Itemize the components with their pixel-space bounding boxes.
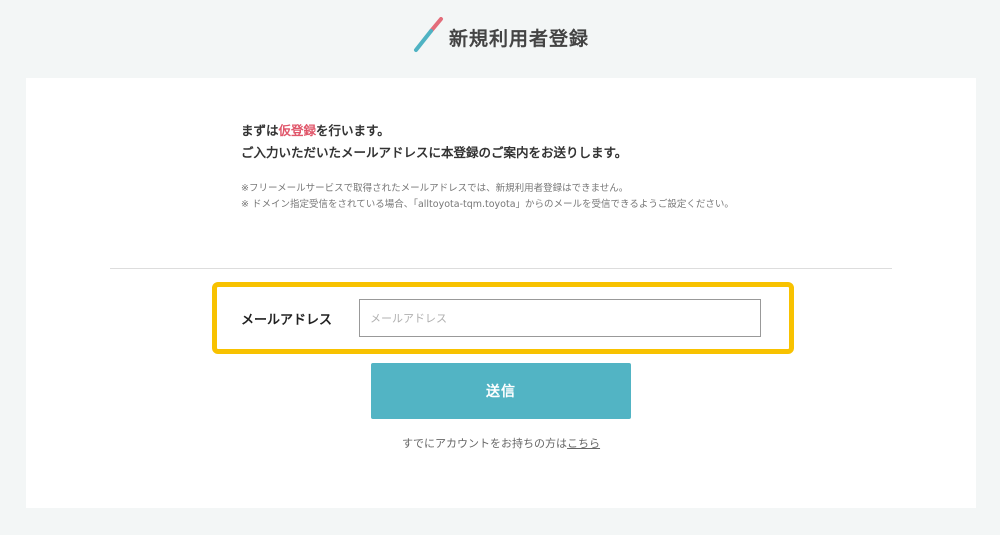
intro-line-1-accent: 仮登録 bbox=[278, 123, 317, 138]
registration-card: まずは仮登録を行います。 ご入力いただいたメールアドレスに本登録のご案内をお送り… bbox=[26, 78, 976, 508]
page-title: 新規利用者登録 bbox=[448, 27, 589, 50]
page-header: 新規利用者登録 bbox=[0, 12, 1000, 62]
email-field[interactable] bbox=[359, 299, 761, 337]
note-freemail: ※フリーメールサービスで取得されたメールアドレスでは、新規利用者登録はできません… bbox=[241, 183, 629, 194]
submit-button[interactable]: 送信 bbox=[371, 363, 631, 419]
intro-text: まずは仮登録を行います。 ご入力いただいたメールアドレスに本登録のご案内をお送り… bbox=[241, 120, 761, 164]
divider bbox=[110, 268, 892, 269]
note-domain: ※ ドメイン指定受信をされている場合、「alltoyota-tqm.toyota… bbox=[241, 199, 734, 210]
notes: ※フリーメールサービスで取得されたメールアドレスでは、新規利用者登録はできません… bbox=[241, 181, 766, 213]
registration-page: 新規利用者登録 まずは仮登録を行います。 ご入力いただいたメールアドレスに本登録… bbox=[0, 0, 1000, 535]
login-prompt: すでにアカウントをお持ちの方はこちら bbox=[26, 435, 976, 451]
email-label: メールアドレス bbox=[241, 313, 333, 328]
slash-mark-icon bbox=[411, 17, 445, 57]
intro-line-1: まずは仮登録を行います。 bbox=[241, 120, 761, 142]
login-link[interactable]: こちら bbox=[567, 437, 600, 450]
login-prompt-text: すでにアカウントをお持ちの方は bbox=[401, 437, 568, 450]
intro-line-2: ご入力いただいたメールアドレスに本登録のご案内をお送りします。 bbox=[241, 145, 628, 160]
email-field-highlight: メールアドレス bbox=[212, 282, 794, 354]
intro-line-1-suffix: を行います。 bbox=[316, 123, 390, 138]
intro-line-1-prefix: まずは bbox=[241, 123, 279, 138]
